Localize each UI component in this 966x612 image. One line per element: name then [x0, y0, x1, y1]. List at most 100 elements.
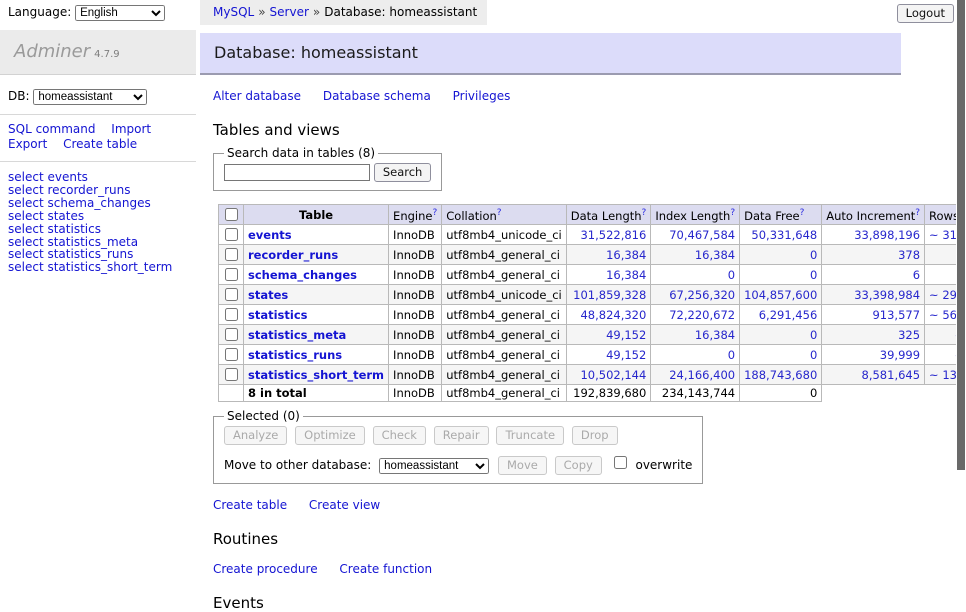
row-checkbox[interactable]	[225, 288, 238, 301]
index-length-total: 234,143,744	[651, 385, 740, 402]
overwrite-checkbox[interactable]	[614, 456, 627, 469]
sidebar-action-create-table[interactable]: Create table	[63, 137, 137, 151]
table-name-cell: statistics_runs	[244, 345, 389, 365]
help-icon[interactable]: ?	[915, 208, 920, 218]
table-name-link[interactable]: statistics_meta	[248, 328, 346, 342]
scrollbar-thumb[interactable]	[957, 0, 965, 470]
auto-increment-link[interactable]: 39,999	[880, 348, 920, 362]
column-header-table: Table	[244, 205, 389, 225]
scrollbar-track[interactable]	[956, 0, 966, 543]
collation-value: utf8mb4_general_ci	[442, 325, 567, 345]
help-icon[interactable]: ?	[432, 208, 437, 218]
row-checkbox[interactable]	[225, 368, 238, 381]
link-create-function[interactable]: Create function	[339, 562, 432, 576]
data-free-link[interactable]: 0	[810, 248, 817, 262]
selected-check-button: Check	[373, 426, 426, 445]
table-name-cell: states	[244, 285, 389, 305]
breadcrumb-item-mysql[interactable]: MySQL	[213, 5, 254, 19]
row-checkbox[interactable]	[225, 348, 238, 361]
select-all-checkbox[interactable]	[225, 208, 238, 221]
index-length-link[interactable]: 0	[728, 268, 735, 282]
data-free-link[interactable]: 0	[810, 348, 817, 362]
sidebar-select-schema-changes[interactable]: select schema_changes	[8, 197, 196, 210]
table-name-link[interactable]: statistics	[248, 308, 308, 322]
table-name-link[interactable]: events	[248, 228, 292, 242]
auto-increment-link[interactable]: 33,898,196	[854, 228, 920, 242]
data-free-link[interactable]: 50,331,648	[751, 228, 817, 242]
auto-increment-link[interactable]: 6	[913, 268, 920, 282]
sidebar-action-sql-command[interactable]: SQL command	[8, 122, 95, 136]
link-create-procedure[interactable]: Create procedure	[213, 562, 318, 576]
index-length-link[interactable]: 72,220,672	[669, 308, 735, 322]
data-length-link[interactable]: 10,502,144	[580, 368, 646, 382]
table-name-link[interactable]: recorder_runs	[248, 248, 338, 262]
index-length-link[interactable]: 0	[728, 348, 735, 362]
table-name-link[interactable]: statistics_short_term	[248, 368, 384, 382]
auto-increment-link[interactable]: 33,398,984	[854, 288, 920, 302]
data-length-link[interactable]: 48,824,320	[580, 308, 646, 322]
move-database-select[interactable]: homeassistant	[379, 458, 489, 474]
breadcrumb-item-server[interactable]: Server	[270, 5, 309, 19]
sidebar-action-import[interactable]: Import	[111, 122, 151, 136]
data-free-link[interactable]: 0	[810, 328, 817, 342]
help-icon[interactable]: ?	[642, 208, 647, 218]
language-select[interactable]: English	[75, 5, 165, 21]
data-length-link[interactable]: 16,384	[606, 248, 646, 262]
row-checkbox[interactable]	[225, 328, 238, 341]
search-input[interactable]	[224, 164, 370, 181]
index-length-link[interactable]: 16,384	[695, 328, 735, 342]
row-checkbox[interactable]	[225, 308, 238, 321]
link-create-table[interactable]: Create table	[213, 498, 287, 512]
data-length-link[interactable]: 49,152	[606, 328, 646, 342]
table-row-statistics-short-term: statistics_short_termInnoDButf8mb4_gener…	[219, 365, 966, 385]
auto-increment-link[interactable]: 325	[898, 328, 920, 342]
logout-button[interactable]: Logout	[897, 4, 954, 23]
row-checkbox-cell	[219, 265, 244, 285]
index-length-link[interactable]: 16,384	[695, 248, 735, 262]
help-icon[interactable]: ?	[497, 208, 502, 218]
db-link-privileges[interactable]: Privileges	[453, 89, 511, 103]
app-name[interactable]: Adminer	[14, 41, 90, 62]
table-name-link[interactable]: states	[248, 288, 288, 302]
sidebar-action-export[interactable]: Export	[8, 137, 47, 151]
data-free-link[interactable]: 188,743,680	[744, 368, 817, 382]
table-name-link[interactable]: schema_changes	[248, 268, 357, 282]
auto-increment-link[interactable]: 913,577	[872, 308, 920, 322]
table-name-link[interactable]: statistics_runs	[248, 348, 342, 362]
sidebar-select-states[interactable]: select states	[8, 210, 196, 223]
data-free-link[interactable]: 6,291,456	[759, 308, 818, 322]
help-icon[interactable]: ?	[730, 208, 735, 218]
tables-heading: Tables and views	[213, 121, 901, 139]
row-checkbox[interactable]	[225, 248, 238, 261]
sidebar-select-statistics-short-term[interactable]: select statistics_short_term	[8, 261, 196, 274]
data-free-link[interactable]: 0	[810, 268, 817, 282]
row-checkbox-cell	[219, 325, 244, 345]
index-length-link[interactable]: 67,256,320	[669, 288, 735, 302]
data-length-link[interactable]: 49,152	[606, 348, 646, 362]
sidebar-select-events[interactable]: select events	[8, 171, 196, 184]
row-checkbox[interactable]	[225, 228, 238, 241]
sidebar-select-statistics[interactable]: select statistics	[8, 223, 196, 236]
row-checkbox[interactable]	[225, 268, 238, 281]
db-select[interactable]: homeassistant	[33, 89, 147, 105]
data-length-link[interactable]: 31,522,816	[580, 228, 646, 242]
sidebar-select-recorder-runs[interactable]: select recorder_runs	[8, 184, 196, 197]
language-label: Language:	[8, 5, 71, 19]
help-icon[interactable]: ?	[800, 208, 805, 218]
engine-value: InnoDB	[389, 305, 442, 325]
db-link-database-schema[interactable]: Database schema	[323, 89, 431, 103]
data-free-cell: 0	[740, 265, 822, 285]
link-create-view[interactable]: Create view	[309, 498, 380, 512]
data-length-link[interactable]: 16,384	[606, 268, 646, 282]
index-length-link[interactable]: 24,166,400	[669, 368, 735, 382]
index-length-link[interactable]: 70,467,584	[669, 228, 735, 242]
auto-increment-link[interactable]: 8,581,645	[862, 368, 921, 382]
db-link-alter-database[interactable]: Alter database	[213, 89, 301, 103]
data-free-link[interactable]: 104,857,600	[744, 288, 817, 302]
data-length-link[interactable]: 101,859,328	[573, 288, 646, 302]
database-links: Alter database Database schema Privilege…	[213, 89, 901, 103]
auto-increment-link[interactable]: 378	[898, 248, 920, 262]
row-checkbox-cell	[219, 245, 244, 265]
index-length-cell: 24,166,400	[651, 365, 740, 385]
search-button[interactable]: Search	[374, 163, 432, 182]
